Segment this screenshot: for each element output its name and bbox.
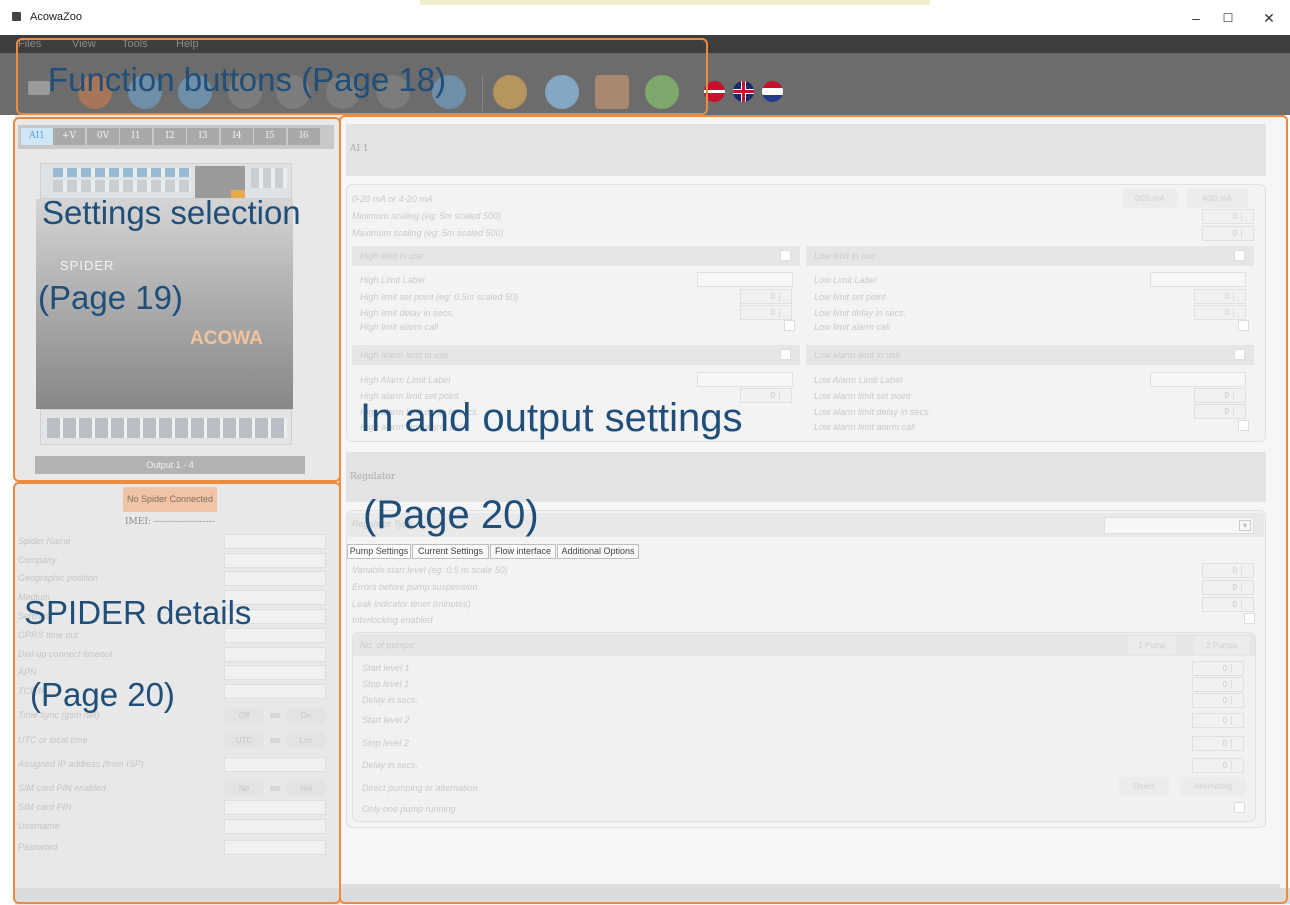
settings-selection-annotation: Settings selection <box>42 194 301 231</box>
title-bar: AcowaZoo – ☐ ✕ <box>0 0 1290 35</box>
spider-details-annotation: SPIDER details <box>24 594 252 631</box>
app-icon <box>12 12 21 21</box>
close-button[interactable]: ✕ <box>1254 6 1284 30</box>
uk-flag-icon[interactable] <box>733 81 754 102</box>
minimize-button[interactable]: – <box>1181 6 1211 30</box>
window-title: AcowaZoo <box>30 11 82 23</box>
maximize-button[interactable]: ☐ <box>1213 6 1243 30</box>
spider-details-page-annotation: (Page 20) <box>30 676 175 713</box>
function-buttons-annotation: Function buttons (Page 18) <box>48 61 447 98</box>
settings-selection-page-annotation: (Page 19) <box>38 279 183 316</box>
dutch-flag-icon[interactable] <box>762 81 783 102</box>
title-accent <box>420 0 930 5</box>
io-settings-page-annotation: (Page 20) <box>363 493 539 537</box>
io-settings-annotation: In and output settings <box>360 396 743 440</box>
